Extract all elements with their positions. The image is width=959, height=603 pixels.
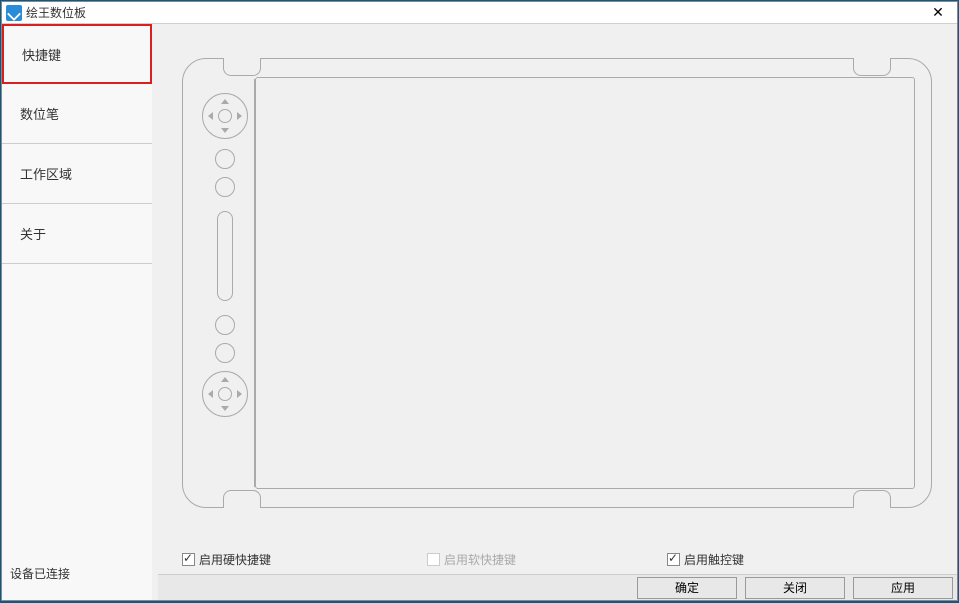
checkbox-row: 启用硬快捷键 启用软快捷键 启用触控键 [182, 551, 932, 568]
sidebar-item-workarea[interactable]: 工作区域 [2, 144, 152, 204]
sidebar-item-label: 关于 [20, 224, 46, 243]
sidebar-item-label: 快捷键 [22, 45, 61, 64]
button-label: 应用 [891, 579, 915, 596]
dpad-center-icon [218, 109, 232, 123]
dpad-down-icon [221, 406, 229, 411]
status-text: 设备已连接 [10, 565, 70, 582]
content-panel: 启用硬快捷键 启用软快捷键 启用触控键 [152, 24, 957, 600]
titlebar: 绘王数位板 ✕ [2, 2, 957, 24]
dpad-left-icon [208, 112, 213, 120]
tablet-outline [182, 58, 932, 508]
checkbox-icon [667, 553, 680, 566]
sidebar-item-about[interactable]: 关于 [2, 204, 152, 264]
tablet-button[interactable] [215, 343, 235, 363]
dpad-bottom[interactable] [202, 371, 248, 417]
app-window: 绘王数位板 ✕ 快捷键 数位笔 工作区域 关于 [1, 1, 958, 601]
button-label: 确定 [675, 579, 699, 596]
window-title: 绘王数位板 [26, 4, 923, 21]
checkbox-enable-soft-keys: 启用软快捷键 [427, 551, 667, 568]
close-button[interactable]: 关闭 [745, 577, 845, 599]
dpad-up-icon [221, 99, 229, 104]
sidebar-item-label: 数位笔 [20, 104, 59, 123]
dpad-right-icon [237, 390, 242, 398]
checkbox-enable-hard-keys[interactable]: 启用硬快捷键 [182, 551, 427, 568]
tablet-button[interactable] [215, 149, 235, 169]
tablet-diagram [182, 58, 932, 508]
tablet-notch [223, 58, 261, 76]
tablet-notch [853, 58, 891, 76]
checkbox-label: 启用硬快捷键 [199, 551, 271, 568]
checkbox-enable-touch-keys[interactable]: 启用触控键 [667, 551, 744, 568]
close-icon[interactable]: ✕ [923, 2, 953, 24]
dialog-button-row: 确定 关闭 应用 [158, 574, 957, 600]
apply-button[interactable]: 应用 [853, 577, 953, 599]
dpad-left-icon [208, 390, 213, 398]
button-label: 关闭 [783, 579, 807, 596]
sidebar: 快捷键 数位笔 工作区域 关于 [2, 24, 152, 600]
sidebar-item-shortcuts[interactable]: 快捷键 [2, 24, 152, 84]
checkbox-icon [427, 553, 440, 566]
tablet-button[interactable] [215, 315, 235, 335]
sidebar-item-label: 工作区域 [20, 164, 72, 183]
tablet-slider[interactable] [217, 211, 233, 301]
tablet-screen-area [255, 77, 915, 489]
app-icon [6, 5, 22, 21]
dpad-right-icon [237, 112, 242, 120]
dpad-down-icon [221, 128, 229, 133]
tablet-button-panel [195, 79, 255, 487]
tablet-button[interactable] [215, 177, 235, 197]
checkbox-icon [182, 553, 195, 566]
dpad-up-icon [221, 377, 229, 382]
tablet-notch [853, 490, 891, 508]
dpad-top[interactable] [202, 93, 248, 139]
ok-button[interactable]: 确定 [637, 577, 737, 599]
dpad-center-icon [218, 387, 232, 401]
sidebar-item-pen[interactable]: 数位笔 [2, 84, 152, 144]
tablet-notch [223, 490, 261, 508]
main-area: 快捷键 数位笔 工作区域 关于 [2, 24, 957, 600]
checkbox-label: 启用触控键 [684, 551, 744, 568]
checkbox-label: 启用软快捷键 [444, 551, 516, 568]
